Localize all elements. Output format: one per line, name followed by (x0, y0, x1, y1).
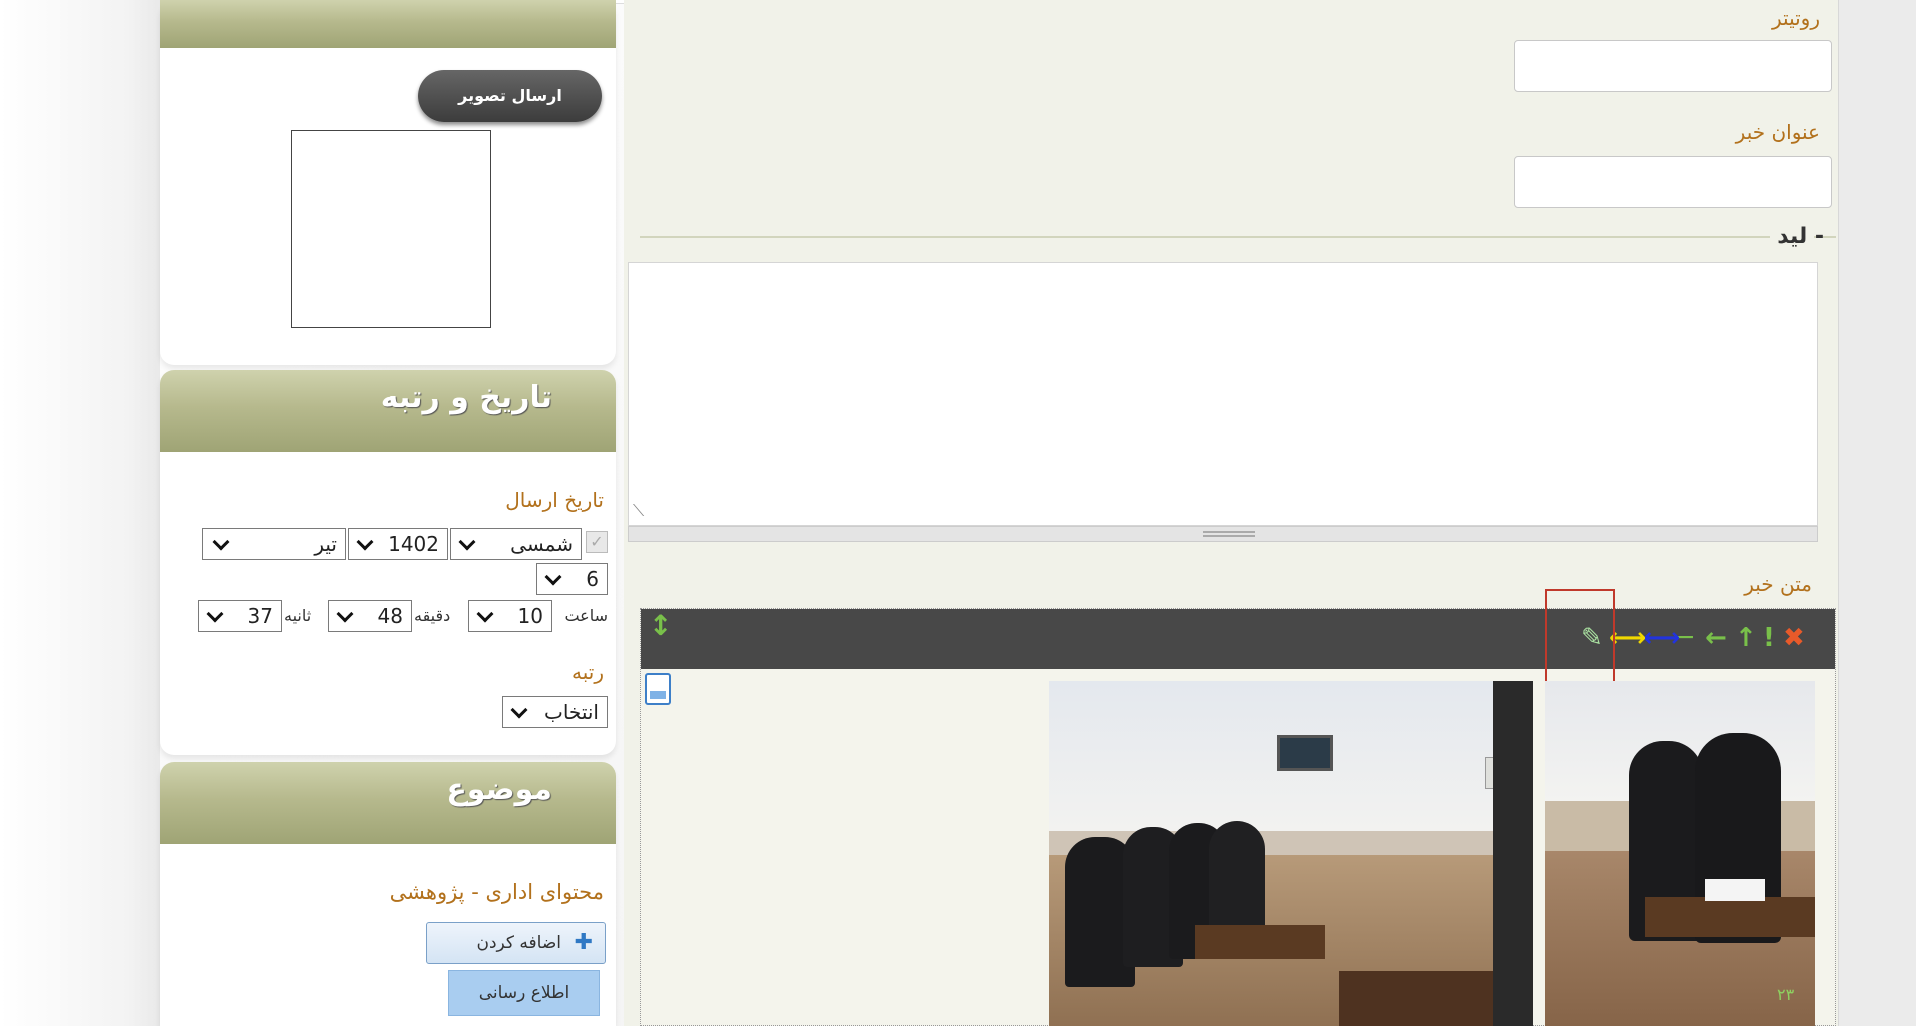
month-select-value: تیر (314, 532, 337, 556)
main-form: روتیتر عنوان خبر - لید ⟍ متن خبر ↕ ✖ ! ↑… (624, 0, 1838, 1026)
side-column: ارسال تصویر تاریخ و رتبه تاریخ ارسال ✓ ش… (160, 0, 616, 1026)
topic-panel-header: موضوع (160, 762, 616, 844)
calendar-select[interactable]: شمسی (450, 528, 582, 560)
image-preview-box (291, 130, 491, 328)
lead-divider (640, 236, 1770, 238)
rank-select[interactable]: انتخاب (502, 696, 608, 728)
chevron-down-icon (212, 533, 230, 551)
delete-icon[interactable]: ✖ (1783, 623, 1805, 653)
exclamation-icon[interactable]: ! (1763, 623, 1775, 653)
news-photo-meeting-wide[interactable] (1049, 681, 1533, 1026)
chevron-down-icon (544, 568, 562, 586)
image-panel-header (160, 0, 616, 48)
add-button-label: اضافه کردن (476, 933, 561, 953)
date-checkbox[interactable]: ✓ (586, 531, 608, 553)
second-label: ثانیه (284, 606, 312, 625)
chevron-down-icon (336, 605, 354, 623)
date-rank-panel: تاریخ و رتبه تاریخ ارسال ✓ شمسی 1402 تیر… (160, 370, 616, 755)
topic-panel-title: موضوع (446, 772, 552, 807)
news-title-input[interactable] (1514, 156, 1832, 208)
lead-label: - لید (1777, 224, 1824, 249)
arrow-double-blue-icon[interactable]: ⟷ (1643, 623, 1680, 653)
news-body-label: متن خبر (1744, 572, 1812, 596)
resize-grip-icon[interactable]: ⟍ (633, 503, 644, 519)
lead-textarea[interactable]: ⟍ (628, 262, 1818, 526)
move-vertical-icon[interactable]: ↕ (649, 611, 672, 641)
image-panel: ارسال تصویر (160, 0, 616, 365)
send-image-button[interactable]: ارسال تصویر (418, 70, 602, 122)
month-select[interactable]: تیر (202, 528, 346, 560)
resize-handle-icon (1203, 531, 1255, 537)
hour-label: ساعت (564, 606, 608, 625)
year-select-value: 1402 (388, 532, 439, 556)
news-title-label: عنوان خبر (1735, 120, 1820, 144)
right-background (1838, 0, 1916, 1026)
send-date-label: تاریخ ارسال (505, 488, 604, 512)
topic-text: محتوای اداری - پژوهشی (389, 880, 604, 904)
add-button[interactable]: ✚ اضافه کردن (426, 922, 606, 964)
minute-select-value: 48 (377, 604, 403, 628)
hour-select[interactable]: 10 (468, 600, 552, 632)
topic-panel: موضوع محتوای اداری - پژوهشی ✚ اضافه کردن… (160, 762, 616, 1026)
chevron-down-icon (206, 605, 224, 623)
chevron-down-icon (476, 605, 494, 623)
day-select[interactable]: 6 (536, 563, 608, 595)
notify-button[interactable]: اطلاع رسانی (448, 970, 600, 1016)
news-photo-meeting-close[interactable]: ۲۳ (1545, 681, 1815, 1026)
highlight-box (1545, 589, 1615, 691)
chevron-down-icon (458, 533, 476, 551)
left-background (0, 0, 160, 1026)
rank-label: رتبه (572, 660, 604, 684)
minute-label: دقیقه (414, 606, 451, 625)
rotitr-label: روتیتر (1772, 6, 1820, 30)
rank-select-value: انتخاب (544, 700, 599, 724)
arrow-up-icon[interactable]: ↑ (1735, 623, 1757, 653)
second-select-value: 37 (247, 604, 273, 628)
chevron-down-icon (356, 533, 374, 551)
day-select-value: 6 (586, 567, 599, 591)
date-panel-header: تاریخ و رتبه (160, 370, 616, 452)
chevron-down-icon (510, 701, 528, 719)
plus-icon: ✚ (574, 930, 593, 955)
date-panel-title: تاریخ و رتبه (380, 380, 552, 415)
minute-select[interactable]: 48 (328, 600, 412, 632)
lead-resize-bar[interactable] (628, 526, 1818, 542)
document-icon[interactable] (645, 673, 671, 705)
year-select[interactable]: 1402 (348, 528, 448, 560)
photo-caption: ۲۳ (1777, 985, 1795, 1004)
second-select[interactable]: 37 (198, 600, 282, 632)
hour-select-value: 10 (517, 604, 543, 628)
arrow-left-icon[interactable]: ← (1705, 623, 1727, 653)
calendar-select-value: شمسی (510, 532, 573, 556)
news-body-editor[interactable]: ↕ ✖ ! ↑ ← ─ ⟷ ⟷ ✎ ۲۳ (640, 589, 1836, 1026)
editor-toolbar: ↕ ✖ ! ↑ ← ─ ⟷ ⟷ ✎ (641, 609, 1835, 669)
rotitr-input[interactable] (1514, 40, 1832, 92)
